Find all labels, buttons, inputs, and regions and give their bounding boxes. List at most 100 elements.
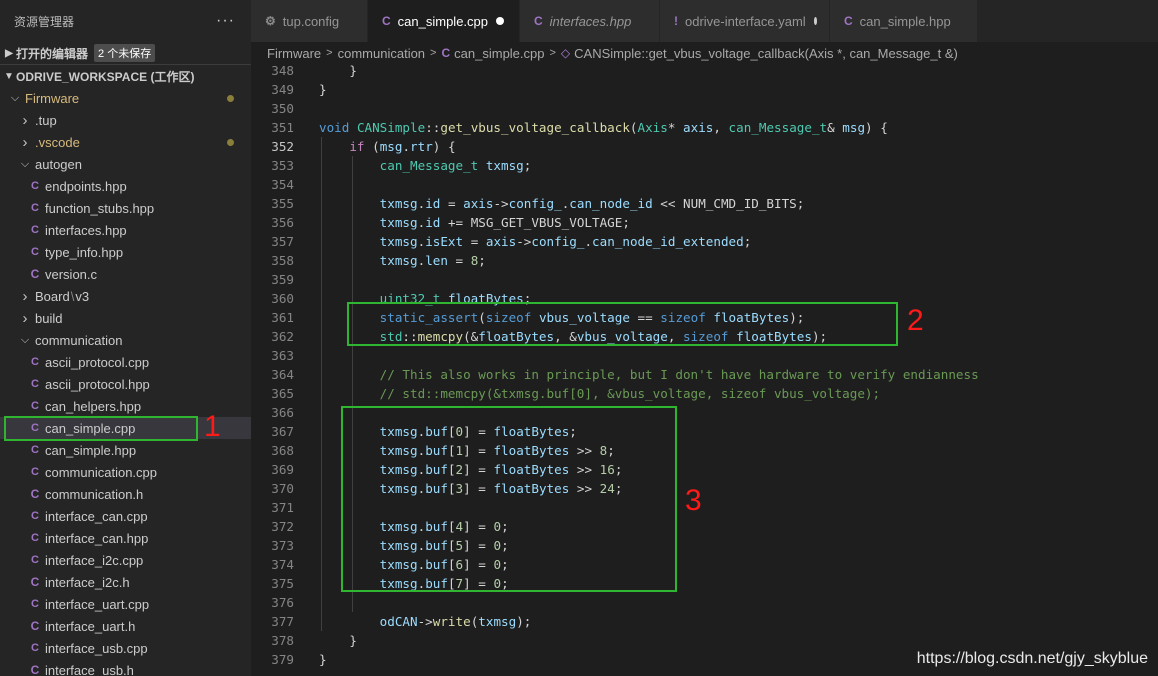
line-number: 376	[271, 595, 294, 610]
tree-item[interactable]: › .tup	[0, 109, 251, 131]
more-actions-icon[interactable]: ···	[216, 12, 235, 30]
tree-item[interactable]: Cinterface_can.hpp	[0, 527, 251, 549]
tree-item-label: Board	[35, 288, 70, 304]
tree-item[interactable]: Cinterface_uart.cpp	[0, 593, 251, 615]
breadcrumb-item-communication[interactable]: communication	[338, 46, 425, 61]
code-token: ::	[425, 120, 441, 135]
line-number: 365	[271, 386, 294, 401]
tree-item[interactable]: Cinterface_i2c.cpp	[0, 549, 251, 571]
unsaved-dot-icon[interactable]	[496, 17, 504, 25]
code-token: << NUM_CMD_ID_BITS;	[652, 196, 805, 211]
code-token: void	[319, 120, 350, 135]
tree-item[interactable]: › .vscode	[0, 131, 251, 153]
tree-item[interactable]: Cinterface_can.cpp	[0, 505, 251, 527]
tree-item[interactable]: Cendpoints.hpp	[0, 175, 251, 197]
unsaved-dot-icon[interactable]	[813, 17, 817, 25]
breadcrumb-separator: >	[549, 47, 556, 59]
code-line: 359	[251, 270, 1158, 289]
code-editor[interactable]: 348 } 349} 350 351 void CANSimple::get_vbus_…	[251, 64, 1158, 676]
code-text: txmsg.len = 8;	[319, 251, 486, 270]
code-token: config_	[531, 234, 585, 249]
code-token: }	[319, 633, 357, 648]
line-number: 361	[271, 310, 294, 325]
code-token: odCAN	[379, 614, 418, 629]
chevron-right-icon: ›	[22, 309, 28, 327]
cpp-file-icon: C	[31, 466, 39, 478]
breadcrumb-item-symbol[interactable]: CANSimple::get_vbus_voltage_callback(Axi…	[574, 46, 958, 61]
tree-item[interactable]: Cversion.c	[0, 263, 251, 285]
tree-item[interactable]: Cinterface_usb.h	[0, 659, 251, 676]
tab-tup-config[interactable]: ⚙ tup.config	[251, 0, 368, 42]
tree-item-label: ascii_protocol.hpp	[45, 376, 150, 392]
code-line: 349}	[251, 80, 1158, 99]
code-text: if (msg.rtr) {	[319, 137, 455, 156]
tree-item[interactable]: Cascii_protocol.cpp	[0, 351, 251, 373]
code-token: axis	[683, 120, 714, 135]
line-number: 372	[271, 519, 294, 534]
line-number: 349	[271, 82, 294, 97]
breadcrumb-item-firmware[interactable]: Firmware	[267, 46, 321, 61]
code-line: 358 txmsg.len = 8;	[251, 251, 1158, 270]
code-token: ->	[493, 196, 509, 211]
line-number: 377	[271, 614, 294, 629]
code-token: &	[827, 120, 843, 135]
tree-item[interactable]: ⌵ communication	[0, 329, 251, 351]
cpp-file-icon: C	[441, 46, 451, 60]
cpp-file-icon: C	[31, 224, 39, 236]
tree-item[interactable]: Cinterface_usb.cpp	[0, 637, 251, 659]
code-token: axis	[463, 196, 494, 211]
tree-item[interactable]: › Board \ v3	[0, 285, 251, 307]
line-number: 359	[271, 272, 294, 287]
code-line: 350	[251, 99, 1158, 118]
cpp-file-icon: C	[31, 598, 39, 610]
tab-label: odrive-interface.yaml	[685, 13, 806, 29]
code-token: *	[667, 120, 684, 135]
line-number: 360	[271, 291, 294, 306]
tree-item[interactable]: Cascii_protocol.hpp	[0, 373, 251, 395]
method-icon: ◇	[560, 46, 571, 60]
open-editors-section[interactable]: ▶ 打开的编辑器 2 个未保存	[0, 42, 251, 64]
chevron-right-icon: ›	[22, 111, 28, 129]
breadcrumb-item-file[interactable]: can_simple.cpp	[454, 46, 544, 61]
tree-item-label: .vscode	[35, 134, 80, 150]
explorer-header: 资源管理器 ···	[0, 0, 251, 42]
tab-label: can_simple.hpp	[859, 13, 951, 29]
tree-item-label: interface_i2c.h	[45, 574, 130, 590]
tree-item[interactable]: ⌵ autogen	[0, 153, 251, 175]
tab-odrive-interface-yaml[interactable]: ! odrive-interface.yaml	[660, 0, 830, 42]
code-line: 357 txmsg.isExt = axis->config_.can_node…	[251, 232, 1158, 251]
tree-item[interactable]: Ctype_info.hpp	[0, 241, 251, 263]
code-line: 378 }	[251, 631, 1158, 650]
tree-item[interactable]: Cfunction_stubs.hpp	[0, 197, 251, 219]
code-token: ;	[743, 234, 752, 249]
chevron-down-icon: ⌵	[10, 91, 20, 104]
tree-item[interactable]: Ccommunication.h	[0, 483, 251, 505]
tree-item[interactable]: Cinterface_uart.h	[0, 615, 251, 637]
line-number: 348	[271, 64, 294, 78]
tab-can-simple-hpp[interactable]: Ccan_simple.hpp	[830, 0, 978, 42]
line-number: 362	[271, 329, 294, 344]
tree-item-label: communication	[35, 332, 123, 348]
tree-item[interactable]: › build	[0, 307, 251, 329]
tab-can-simple-cpp[interactable]: Ccan_simple.cpp	[368, 0, 520, 42]
code-token: Axis	[637, 120, 668, 135]
tree-item[interactable]: ⌵ Firmware	[0, 87, 251, 109]
workspace-section[interactable]: ▼ ODRIVE_WORKSPACE (工作区)	[0, 65, 251, 87]
code-token: len	[425, 253, 448, 268]
tree-item[interactable]: Cinterface_i2c.h	[0, 571, 251, 593]
c-file-icon: C	[30, 267, 40, 281]
tree-item-label: v3	[75, 288, 90, 304]
line-number: 352	[271, 139, 294, 154]
line-number: 354	[271, 177, 294, 192]
cpp-file-icon: C	[31, 356, 39, 368]
breadcrumb-separator: >	[326, 47, 333, 59]
tree-item[interactable]: Ccommunication.cpp	[0, 461, 251, 483]
tree-item[interactable]: Cinterfaces.hpp	[0, 219, 251, 241]
code-token: write	[432, 614, 471, 629]
tab-interfaces-hpp[interactable]: Cinterfaces.hpp	[520, 0, 660, 42]
